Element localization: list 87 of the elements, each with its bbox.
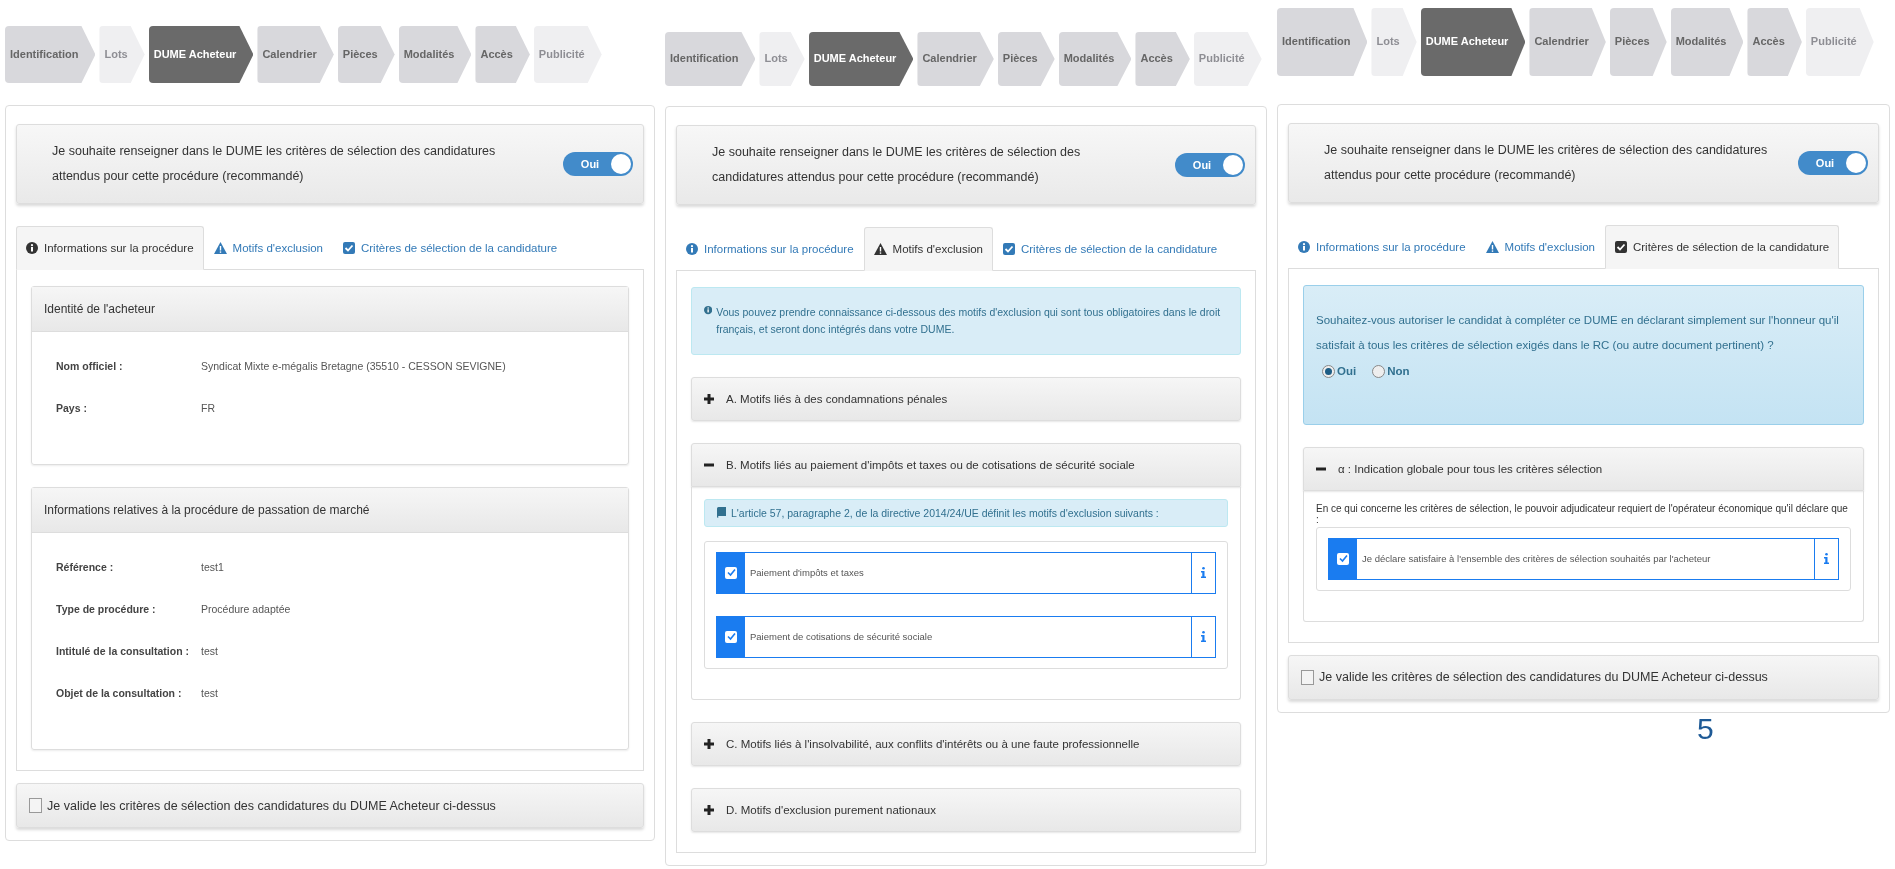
radio-option[interactable]: Non xyxy=(1372,358,1410,384)
warning-icon xyxy=(873,243,887,255)
info-icon xyxy=(686,243,698,255)
checkbox-icon xyxy=(1615,241,1627,253)
tab[interactable]: Critères de sélection de la candidature xyxy=(333,226,568,270)
tab[interactable]: Informations sur la procédure xyxy=(676,227,864,271)
check-icon xyxy=(726,632,736,642)
accordion-header[interactable]: B. Motifs liés au paiement d'impôts et taxes ou de cotisations de sécurité sociale xyxy=(691,442,1241,487)
preference-text: Je souhaite renseigner dans le DUME les critères de sélection des candidatures attendus pour cette procédure (recommandé) xyxy=(1324,142,1769,184)
criterion-label: Paiement d'impôts et taxes xyxy=(749,566,865,581)
validate-checkbox[interactable]: Je valide les critères de sélection des candidatures du DUME Acheteur ci-dessus xyxy=(1288,654,1879,700)
warning-icon xyxy=(213,242,227,254)
field-label: Intitulé de la consultation : xyxy=(56,645,190,657)
checkbox-icon xyxy=(1003,243,1015,255)
step-item[interactable]: Accès xyxy=(1135,32,1190,86)
checkbox[interactable] xyxy=(1329,538,1357,579)
toggle-switch[interactable]: Oui xyxy=(563,152,633,176)
criterion-label: Paiement de cotisations de sécurité sociale xyxy=(749,630,934,645)
radio-option[interactable]: Oui xyxy=(1322,358,1357,384)
tab[interactable]: Critères de sélection de la candidature xyxy=(993,227,1228,271)
step-item[interactable]: Pièces xyxy=(1609,8,1667,76)
accordion-header[interactable]: D. Motifs d'exclusion purement nationaux xyxy=(691,787,1241,832)
plus-icon xyxy=(704,738,714,749)
step-item[interactable]: Calendrier xyxy=(257,26,334,83)
check-icon xyxy=(726,568,736,578)
step-item[interactable]: Pièces xyxy=(997,32,1055,86)
step-item[interactable]: Pièces xyxy=(337,26,395,83)
checkbox[interactable] xyxy=(717,552,745,593)
accordion-header[interactable]: α : Indication globale pour tous les critères sélection xyxy=(1303,446,1864,491)
intro-text: En ce qui concerne les critères de sélection, le pouvoir adjudicateur requiert de l'opérateur économique qu'il déclare que : xyxy=(1316,502,1849,525)
alert-text: Vous pouvez prendre connaissance ci-dessous des motifs d'exclusion qui sont tous obligatoires dans le droit français, et seront donc intégrés dans votre DUME. xyxy=(716,305,1222,337)
info-icon xyxy=(704,304,713,316)
validate-checkbox[interactable]: Je valide les critères de sélection des candidatures du DUME Acheteur ci-dessus xyxy=(16,783,644,828)
note-text: L'article 57, paragraphe 2, de la directive 2014/24/UE définit les motifs d'exclusion suivants : xyxy=(731,506,1159,519)
step-item[interactable]: Calendrier xyxy=(917,32,994,86)
step-item[interactable]: Identification xyxy=(5,26,96,83)
toggle-switch[interactable]: Oui xyxy=(1798,151,1868,175)
accordion-header[interactable]: A. Motifs liés à des condamnations pénales xyxy=(691,376,1241,421)
plus-icon xyxy=(704,393,714,404)
info-icon xyxy=(1298,241,1310,253)
toggle-switch[interactable]: Oui xyxy=(1175,153,1245,177)
field-value: Procédure adaptée xyxy=(201,603,292,615)
tab[interactable]: Critères de sélection de la candidature xyxy=(1605,225,1840,269)
tab[interactable]: Motifs d'exclusion xyxy=(203,226,333,270)
info-icon xyxy=(1201,567,1206,579)
step-item[interactable]: DUME Acheteur xyxy=(148,26,254,83)
tab[interactable]: Motifs d'exclusion xyxy=(1475,225,1605,269)
step-item[interactable]: Accès xyxy=(1747,8,1802,76)
field-label: Type de procédure : xyxy=(56,603,157,615)
section-title: Identité de l'acheteur xyxy=(32,287,628,332)
step-item[interactable]: DUME Acheteur xyxy=(808,32,914,86)
checkbox-icon xyxy=(343,242,355,254)
field-value: test1 xyxy=(201,561,225,573)
step-item[interactable]: Identification xyxy=(665,32,756,86)
step-item[interactable]: Modalités xyxy=(1058,32,1132,86)
field-value: test xyxy=(201,645,219,657)
info-icon xyxy=(26,242,38,254)
tab[interactable]: Informations sur la procédure xyxy=(16,226,204,270)
check-icon xyxy=(1338,554,1348,564)
step-item[interactable]: Modalités xyxy=(1670,8,1744,76)
plus-icon xyxy=(704,804,714,815)
preference-text: Je souhaite renseigner dans le DUME les critères de sélection des candidatures attendus pour cette procédure (recommandé) xyxy=(712,144,1082,186)
field-label: Pays : xyxy=(56,402,88,414)
info-icon xyxy=(1824,553,1829,565)
field-value: Syndicat Mixte e-mégalis Bretagne (35510 - CESSON SEVIGNE) xyxy=(201,360,507,372)
accordion-header[interactable]: C. Motifs liés à l'insolvabilité, aux conflits d'intérêts ou à une faute professionnelle xyxy=(691,721,1241,766)
question-text: Souhaitez-vous autoriser le candidat à compléter ce DUME en déclarant simplement sur l'honneur qu'il satisfait à tous les critères de sélection exigés dans le RC (ou autre document pertinent) ? xyxy=(1316,313,1840,354)
field-value: FR xyxy=(201,402,216,414)
step-item[interactable]: DUME Acheteur xyxy=(1420,8,1526,76)
step-item[interactable]: Accès xyxy=(475,26,530,83)
preference-text: Je souhaite renseigner dans le DUME les critères de sélection des candidatures attendus pour cette procédure (recommandé) xyxy=(52,143,497,185)
page-number: 5 xyxy=(1697,712,1714,745)
field-label: Objet de la consultation : xyxy=(56,687,183,699)
section-title: Informations relatives à la procédure de passation de marché xyxy=(32,488,628,533)
info-icon xyxy=(1201,631,1206,643)
step-item[interactable]: Modalités xyxy=(398,26,472,83)
book-icon xyxy=(717,507,726,519)
tab[interactable]: Motifs d'exclusion xyxy=(863,227,993,271)
step-item[interactable]: Calendrier xyxy=(1529,8,1606,76)
warning-icon xyxy=(1485,241,1499,253)
tab[interactable]: Informations sur la procédure xyxy=(1288,225,1476,269)
step-item[interactable]: Identification xyxy=(1277,8,1368,76)
checkbox[interactable] xyxy=(717,616,745,657)
field-value: test xyxy=(201,687,219,699)
field-label: Référence : xyxy=(56,561,115,573)
field-label: Nom officiel : xyxy=(56,360,124,372)
criterion-label: Je déclare satisfaire à l'ensemble des critères de sélection souhaités par l'acheteur xyxy=(1361,552,1712,567)
